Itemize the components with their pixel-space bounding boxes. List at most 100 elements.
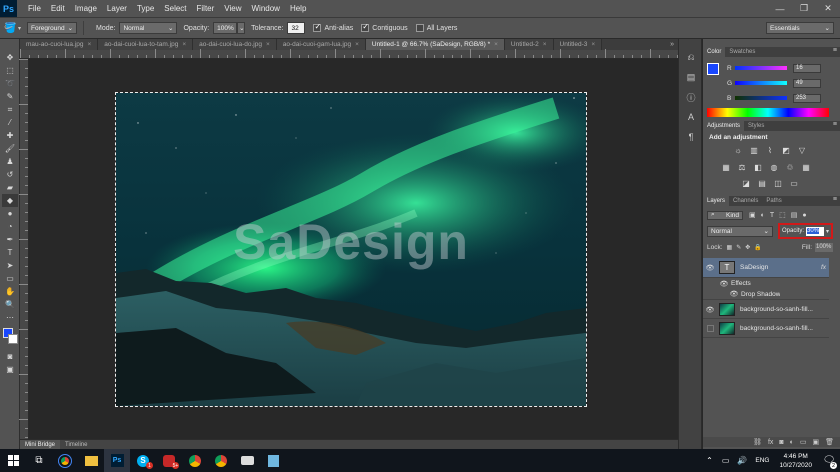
pen-tool-icon[interactable]: ✒ xyxy=(2,233,18,246)
tab-styles[interactable]: Styles xyxy=(744,121,768,131)
network-icon[interactable]: ▭ xyxy=(722,456,730,465)
color-balance-icon[interactable]: ⚖ xyxy=(737,162,747,172)
blue-value-input[interactable]: 253 xyxy=(793,93,821,103)
add-style-icon[interactable]: fx xyxy=(768,439,773,446)
maximize-button[interactable]: ❐ xyxy=(792,0,816,17)
history-brush-tool-icon[interactable]: ↺ xyxy=(2,168,18,181)
all-layers-checkbox[interactable] xyxy=(415,24,424,32)
close-icon[interactable]: × xyxy=(355,41,359,48)
adjustment-filter-icon[interactable]: ◐ xyxy=(761,212,765,219)
posterize-icon[interactable]: ▤ xyxy=(757,178,767,188)
move-tool-icon[interactable]: ✥ xyxy=(2,51,18,64)
tab-layers[interactable]: Layers xyxy=(703,196,730,206)
green-slider[interactable]: G 49 xyxy=(727,78,821,88)
history-icon[interactable]: ⎌ xyxy=(679,47,703,67)
dodge-tool-icon[interactable]: ◔ xyxy=(2,220,18,233)
eye-icon[interactable]: 👁 xyxy=(703,306,717,314)
document-tab[interactable]: ao-dai-cuoi-lua-to-tam.jpg × xyxy=(98,39,194,50)
paint-bucket-tool-icon[interactable]: 🪣 xyxy=(4,23,18,34)
delete-layer-icon[interactable]: 🗑 xyxy=(825,438,834,446)
drop-shadow-effect-row[interactable]: 👁 Drop Shadow xyxy=(703,289,829,300)
opacity-input[interactable]: 100% xyxy=(213,22,238,34)
close-icon[interactable]: × xyxy=(591,41,595,48)
document-tab[interactable]: mau-ao-cuoi-lua.jpg × xyxy=(20,39,99,50)
quick-mask-icon[interactable]: ◙ xyxy=(2,350,18,363)
layer-row-background-1[interactable]: 👁 background-so-sanh-fill... xyxy=(703,301,829,319)
eye-icon[interactable]: 👁 xyxy=(703,264,717,272)
blue-slider[interactable]: B 253 xyxy=(727,93,821,103)
photoshop-taskbar-icon[interactable]: Ps xyxy=(104,449,130,472)
healing-brush-tool-icon[interactable]: ✚ xyxy=(2,129,18,142)
eyedropper-tool-icon[interactable]: ⁄ xyxy=(2,116,18,129)
minimize-button[interactable]: — xyxy=(768,0,792,17)
task-view-icon[interactable]: ⧉ xyxy=(26,449,52,472)
menu-select[interactable]: Select xyxy=(159,4,191,13)
lock-position-icon[interactable]: ✥ xyxy=(745,244,750,251)
green-track[interactable] xyxy=(735,81,787,85)
path-selection-tool-icon[interactable]: ➤ xyxy=(2,259,18,272)
paragraph-icon[interactable]: ¶ xyxy=(679,127,703,147)
new-layer-icon[interactable]: ▣ xyxy=(812,438,819,446)
layer-row-sadesign[interactable]: 👁 T SaDesign fx xyxy=(703,258,829,278)
menu-image[interactable]: Image xyxy=(70,4,102,13)
menu-file[interactable]: File xyxy=(23,4,46,13)
tab-adjustments[interactable]: Adjustments xyxy=(703,121,745,131)
lock-transparency-icon[interactable]: ▦ xyxy=(727,244,733,251)
green-value-input[interactable]: 49 xyxy=(793,78,821,88)
crop-tool-icon[interactable]: ⌗ xyxy=(2,103,18,116)
skype-icon[interactable]: S1 xyxy=(130,449,156,472)
menu-type[interactable]: Type xyxy=(132,4,159,13)
language-indicator[interactable]: ENG xyxy=(755,457,769,464)
brightness-icon[interactable]: ☼ xyxy=(733,145,743,155)
new-adjustment-icon[interactable]: ◐ xyxy=(790,439,794,446)
background-color-swatch[interactable] xyxy=(8,334,18,344)
chevron-down-icon[interactable]: ▾ xyxy=(826,228,829,235)
eraser-tool-icon[interactable]: ▰ xyxy=(2,181,18,194)
chevron-up-icon[interactable]: ⌃ xyxy=(706,456,713,465)
eye-icon[interactable]: 👁 xyxy=(727,290,741,298)
gradient-map-icon[interactable]: ▭ xyxy=(789,178,799,188)
fill-source-select[interactable]: Foreground ⌄ xyxy=(27,22,78,34)
levels-icon[interactable]: ▥ xyxy=(749,145,759,155)
notes-app-icon[interactable] xyxy=(260,449,286,472)
volume-icon[interactable]: 🔊 xyxy=(737,456,747,465)
mode-select[interactable]: Normal ⌄ xyxy=(119,22,178,34)
channel-mixer-icon[interactable]: ♲ xyxy=(785,162,795,172)
clock[interactable]: 4:46 PM 10/27/2020 xyxy=(779,452,812,470)
menu-view[interactable]: View xyxy=(219,4,246,13)
messaging-app-icon[interactable]: 5+ xyxy=(156,449,182,472)
menu-layer[interactable]: Layer xyxy=(102,4,132,13)
file-explorer-icon[interactable] xyxy=(78,449,104,472)
eye-hidden-icon[interactable] xyxy=(703,325,717,332)
antialias-checkbox[interactable] xyxy=(313,22,322,32)
quick-select-tool-icon[interactable]: ✎ xyxy=(2,90,18,103)
blur-tool-icon[interactable]: ● xyxy=(2,207,18,220)
notification-center-button[interactable]: 🗨 2 xyxy=(818,449,840,472)
fill-input[interactable]: 100% xyxy=(815,242,833,252)
red-slider[interactable]: R 16 xyxy=(727,63,821,73)
close-button[interactable]: ✕ xyxy=(816,0,840,17)
shape-filter-icon[interactable]: ⬚ xyxy=(779,211,786,219)
chrome-profile-2-icon[interactable] xyxy=(208,449,234,472)
eye-icon[interactable]: 👁 xyxy=(717,280,731,288)
more-tools-icon[interactable]: ⋯ xyxy=(2,311,18,324)
red-track[interactable] xyxy=(735,66,787,70)
color-lookup-icon[interactable]: ▦ xyxy=(801,162,811,172)
character-icon[interactable]: A xyxy=(679,107,703,127)
type-tool-icon[interactable]: T xyxy=(2,246,18,259)
tolerance-input[interactable]: 32 xyxy=(287,22,306,34)
new-group-icon[interactable]: ▭ xyxy=(800,438,807,446)
tab-swatches[interactable]: Swatches xyxy=(725,47,759,57)
properties-icon[interactable]: ▤ xyxy=(679,67,703,87)
paint-bucket-tool-icon[interactable]: ◆ xyxy=(2,194,18,207)
more-tabs-icon[interactable]: » xyxy=(670,39,678,50)
chrome-icon[interactable] xyxy=(52,449,78,472)
close-icon[interactable]: × xyxy=(494,41,498,48)
chrome-profile-icon[interactable] xyxy=(182,449,208,472)
tab-color[interactable]: Color xyxy=(703,47,726,57)
vibrance-icon[interactable]: ▽ xyxy=(797,145,807,155)
menu-help[interactable]: Help xyxy=(285,4,311,13)
red-value-input[interactable]: 16 xyxy=(793,63,821,73)
opacity-dropdown[interactable]: ⌄ xyxy=(237,22,246,34)
toolbar-grip[interactable] xyxy=(0,39,19,51)
